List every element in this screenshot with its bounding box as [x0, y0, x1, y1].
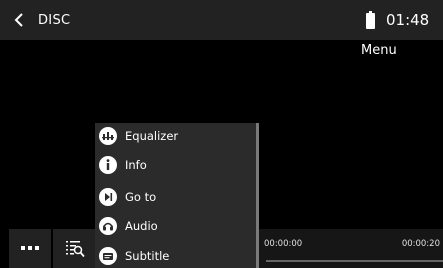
equalizer-icon — [99, 127, 117, 145]
menu-item-label: Subtitle — [125, 249, 170, 263]
search-list-button[interactable] — [53, 229, 95, 268]
goto-icon — [99, 188, 117, 206]
clock-time: 01:48 — [386, 11, 430, 29]
battery-icon — [366, 11, 375, 29]
list-search-icon — [66, 241, 85, 258]
elapsed-time: 00:00:00 — [264, 239, 303, 249]
menu-item-label: Audio — [125, 219, 158, 233]
menu-item-subtitle[interactable]: Subtitle — [95, 243, 256, 268]
total-time: 00:00:20 — [401, 239, 440, 249]
progress-track[interactable] — [266, 260, 443, 262]
back-arrow-icon[interactable] — [12, 12, 26, 28]
more-dots-icon — [21, 246, 39, 250]
menu-item-equalizer[interactable]: Equalizer — [95, 123, 256, 151]
status-bar: DISC 01:48 — [0, 0, 443, 40]
subtitle-icon — [99, 247, 117, 265]
menu-item-goto[interactable]: Go to — [95, 184, 256, 212]
menu-item-label: Equalizer — [125, 129, 179, 143]
menu-item-label: Info — [125, 158, 147, 172]
menu-item-audio[interactable]: Audio — [95, 213, 256, 241]
popup-menu: Equalizer Info Go to Audio Subtitle — [95, 123, 256, 268]
more-options-button[interactable] — [9, 229, 51, 268]
menu-item-label: Go to — [125, 190, 157, 204]
page-title: DISC — [38, 13, 71, 28]
menu-label[interactable]: Menu — [361, 43, 397, 58]
menu-item-info[interactable]: Info — [95, 152, 256, 180]
info-icon — [99, 156, 117, 174]
playback-progress: 00:00:00 00:00:20 — [259, 229, 443, 268]
audio-icon — [99, 217, 117, 235]
